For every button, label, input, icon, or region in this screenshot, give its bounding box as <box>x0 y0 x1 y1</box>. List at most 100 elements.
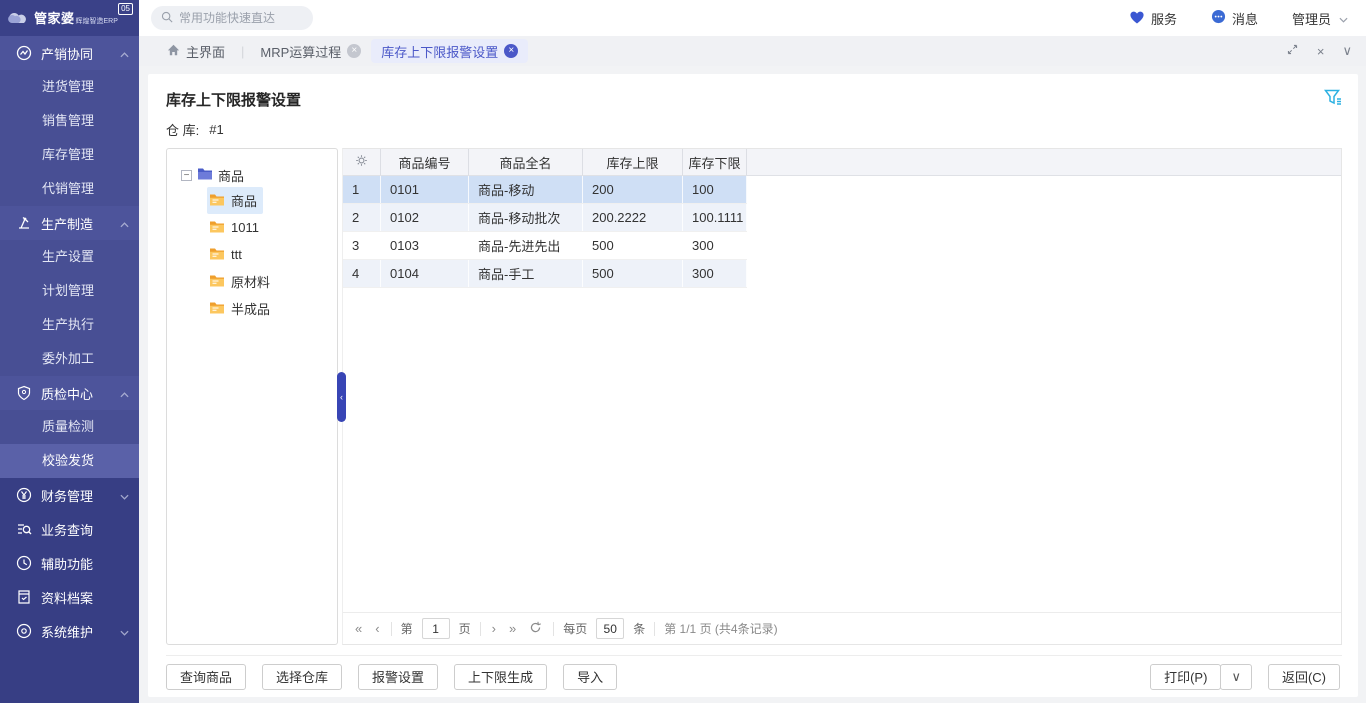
tab-separator: | <box>241 44 244 59</box>
sidebar-group-manufacturing[interactable]: 生产制造 <box>0 206 139 240</box>
app-logo[interactable]: 管家婆辉煌智造ERP 05 <box>0 0 139 36</box>
sidebar-group-label: 业务查询 <box>41 520 93 539</box>
cell-min[interactable]: 100.1111 <box>683 204 747 231</box>
tree-node-semi-finished[interactable]: 半成品 <box>207 295 276 322</box>
tree-node-raw-materials[interactable]: 原材料 <box>207 268 276 295</box>
print-options-button[interactable]: ∨ <box>1220 664 1252 690</box>
archive-icon <box>16 589 32 605</box>
search-list-icon <box>16 521 32 537</box>
messages-menu[interactable]: 消息 <box>1211 9 1258 28</box>
tab-label: MRP运算过程 <box>260 42 341 61</box>
user-menu[interactable]: 管理员 <box>1292 9 1348 28</box>
close-tab-icon[interactable]: × <box>1317 44 1325 59</box>
cell-min[interactable]: 300 <box>683 232 747 259</box>
generate-limits-button[interactable]: 上下限生成 <box>454 664 547 690</box>
cell-max[interactable]: 200.2222 <box>583 204 683 231</box>
sidebar-item-purchase-mgmt[interactable]: 进货管理 <box>0 70 139 104</box>
tree-node-label: 1011 <box>231 220 259 235</box>
back-button[interactable]: 返回(C) <box>1268 664 1340 690</box>
gear-icon <box>355 154 368 170</box>
sidebar-group-business-query[interactable]: 业务查询 <box>0 512 139 546</box>
cell-min[interactable]: 100 <box>683 176 747 203</box>
cell-max[interactable]: 500 <box>583 232 683 259</box>
column-header-min[interactable]: 库存下限 <box>683 149 747 175</box>
sidebar-group-data-archive[interactable]: 资料档案 <box>0 580 139 614</box>
tree-root-node[interactable]: − 商品 <box>181 163 329 187</box>
query-goods-button[interactable]: 查询商品 <box>166 664 246 690</box>
quick-search[interactable] <box>151 6 313 30</box>
cell-name[interactable]: 商品-移动批次 <box>469 204 583 231</box>
sidebar-group-system-maintenance[interactable]: 系统维护 <box>0 614 139 648</box>
cell-name[interactable]: 商品-手工 <box>469 260 583 287</box>
search-input[interactable] <box>179 11 299 25</box>
cell-max[interactable]: 500 <box>583 260 683 287</box>
per-page-input[interactable] <box>596 618 624 639</box>
cell-code[interactable]: 0102 <box>381 204 469 231</box>
tree-node-ttt[interactable]: ttt <box>207 241 248 268</box>
sidebar-item-sales-mgmt[interactable]: 销售管理 <box>0 104 139 138</box>
tab-label: 主界面 <box>186 42 225 61</box>
sidebar-item-verify-shipment[interactable]: 校验发货 <box>0 444 139 478</box>
tab-home[interactable]: 主界面 <box>157 39 235 63</box>
sidebar-item-consignment-mgmt[interactable]: 代销管理 <box>0 172 139 206</box>
filter-icon[interactable] <box>1324 89 1342 109</box>
sidebar-item-production-setup[interactable]: 生产设置 <box>0 240 139 274</box>
sidebar-item-plan-mgmt[interactable]: 计划管理 <box>0 274 139 308</box>
last-page-button[interactable]: » <box>507 621 518 636</box>
sidebar-item-inventory-mgmt[interactable]: 库存管理 <box>0 138 139 172</box>
cell-name[interactable]: 商品-先进先出 <box>469 232 583 259</box>
column-settings-button[interactable] <box>343 149 381 175</box>
alarm-settings-button[interactable]: 报警设置 <box>358 664 438 690</box>
print-button[interactable]: 打印(P) <box>1150 664 1221 690</box>
row-number: 2 <box>343 204 381 231</box>
table-row[interactable]: 4 0104 商品-手工 500 300 <box>343 260 747 288</box>
table-row[interactable]: 3 0103 商品-先进先出 500 300 <box>343 232 747 260</box>
cell-code[interactable]: 0103 <box>381 232 469 259</box>
maximize-icon[interactable] <box>1286 43 1299 59</box>
table-row[interactable]: 1 0101 商品-移动 200 100 <box>343 176 747 204</box>
sidebar-item-outsourcing[interactable]: 委外加工 <box>0 342 139 376</box>
sidebar-group-quality-center[interactable]: 质检中心 <box>0 376 139 410</box>
sidebar-item-quality-inspection[interactable]: 质量检测 <box>0 410 139 444</box>
panel-collapse-handle[interactable]: ‹ <box>337 372 346 422</box>
cell-min[interactable]: 300 <box>683 260 747 287</box>
select-warehouse-button[interactable]: 选择仓库 <box>262 664 342 690</box>
column-header-code[interactable]: 商品编号 <box>381 149 469 175</box>
sidebar-item-production-exec[interactable]: 生产执行 <box>0 308 139 342</box>
tree-collapse-icon[interactable]: − <box>181 170 192 181</box>
table-row[interactable]: 2 0102 商品-移动批次 200.2222 100.1111 <box>343 204 747 232</box>
close-icon[interactable]: × <box>347 44 361 58</box>
topbar: 服务 消息 管理员 <box>139 0 1366 36</box>
cell-code[interactable]: 0101 <box>381 176 469 203</box>
tab-mrp-process[interactable]: MRP运算过程 × <box>250 39 371 63</box>
refresh-icon[interactable] <box>527 621 544 637</box>
close-icon[interactable]: × <box>504 44 518 58</box>
divider <box>553 622 554 636</box>
sidebar-group-finance[interactable]: 财务管理 <box>0 478 139 512</box>
import-button[interactable]: 导入 <box>563 664 617 690</box>
sidebar-group-label: 资料档案 <box>41 588 93 607</box>
cloud-logo-icon <box>8 10 30 27</box>
service-menu[interactable]: 服务 <box>1129 9 1177 28</box>
prev-page-button[interactable]: ‹ <box>373 621 381 636</box>
cell-code[interactable]: 0104 <box>381 260 469 287</box>
message-bubble-icon <box>1211 9 1226 27</box>
sidebar-group-aux-functions[interactable]: 辅助功能 <box>0 546 139 580</box>
messages-label: 消息 <box>1232 9 1258 28</box>
tree-node-1011[interactable]: 1011 <box>207 214 265 241</box>
cell-max[interactable]: 200 <box>583 176 683 203</box>
folder-open-icon <box>197 167 213 183</box>
footer-action-bar: 查询商品 选择仓库 报警设置 上下限生成 导入 打印(P) ∨ 返回(C) <box>166 655 1342 697</box>
folder-icon <box>209 274 225 290</box>
tree-node-goods[interactable]: 商品 <box>207 187 263 214</box>
first-page-button[interactable]: « <box>353 621 364 636</box>
tab-stock-limit-settings[interactable]: 库存上下限报警设置 × <box>371 39 528 63</box>
column-header-max[interactable]: 库存上限 <box>583 149 683 175</box>
collapse-tabs-icon[interactable]: ∨ <box>1342 43 1352 59</box>
sidebar-group-production-sales[interactable]: 产销协同 <box>0 36 139 70</box>
column-header-name[interactable]: 商品全名 <box>469 149 583 175</box>
per-page-label: 每页 <box>563 620 587 637</box>
next-page-button[interactable]: › <box>490 621 498 636</box>
page-number-input[interactable] <box>422 618 450 639</box>
cell-name[interactable]: 商品-移动 <box>469 176 583 203</box>
